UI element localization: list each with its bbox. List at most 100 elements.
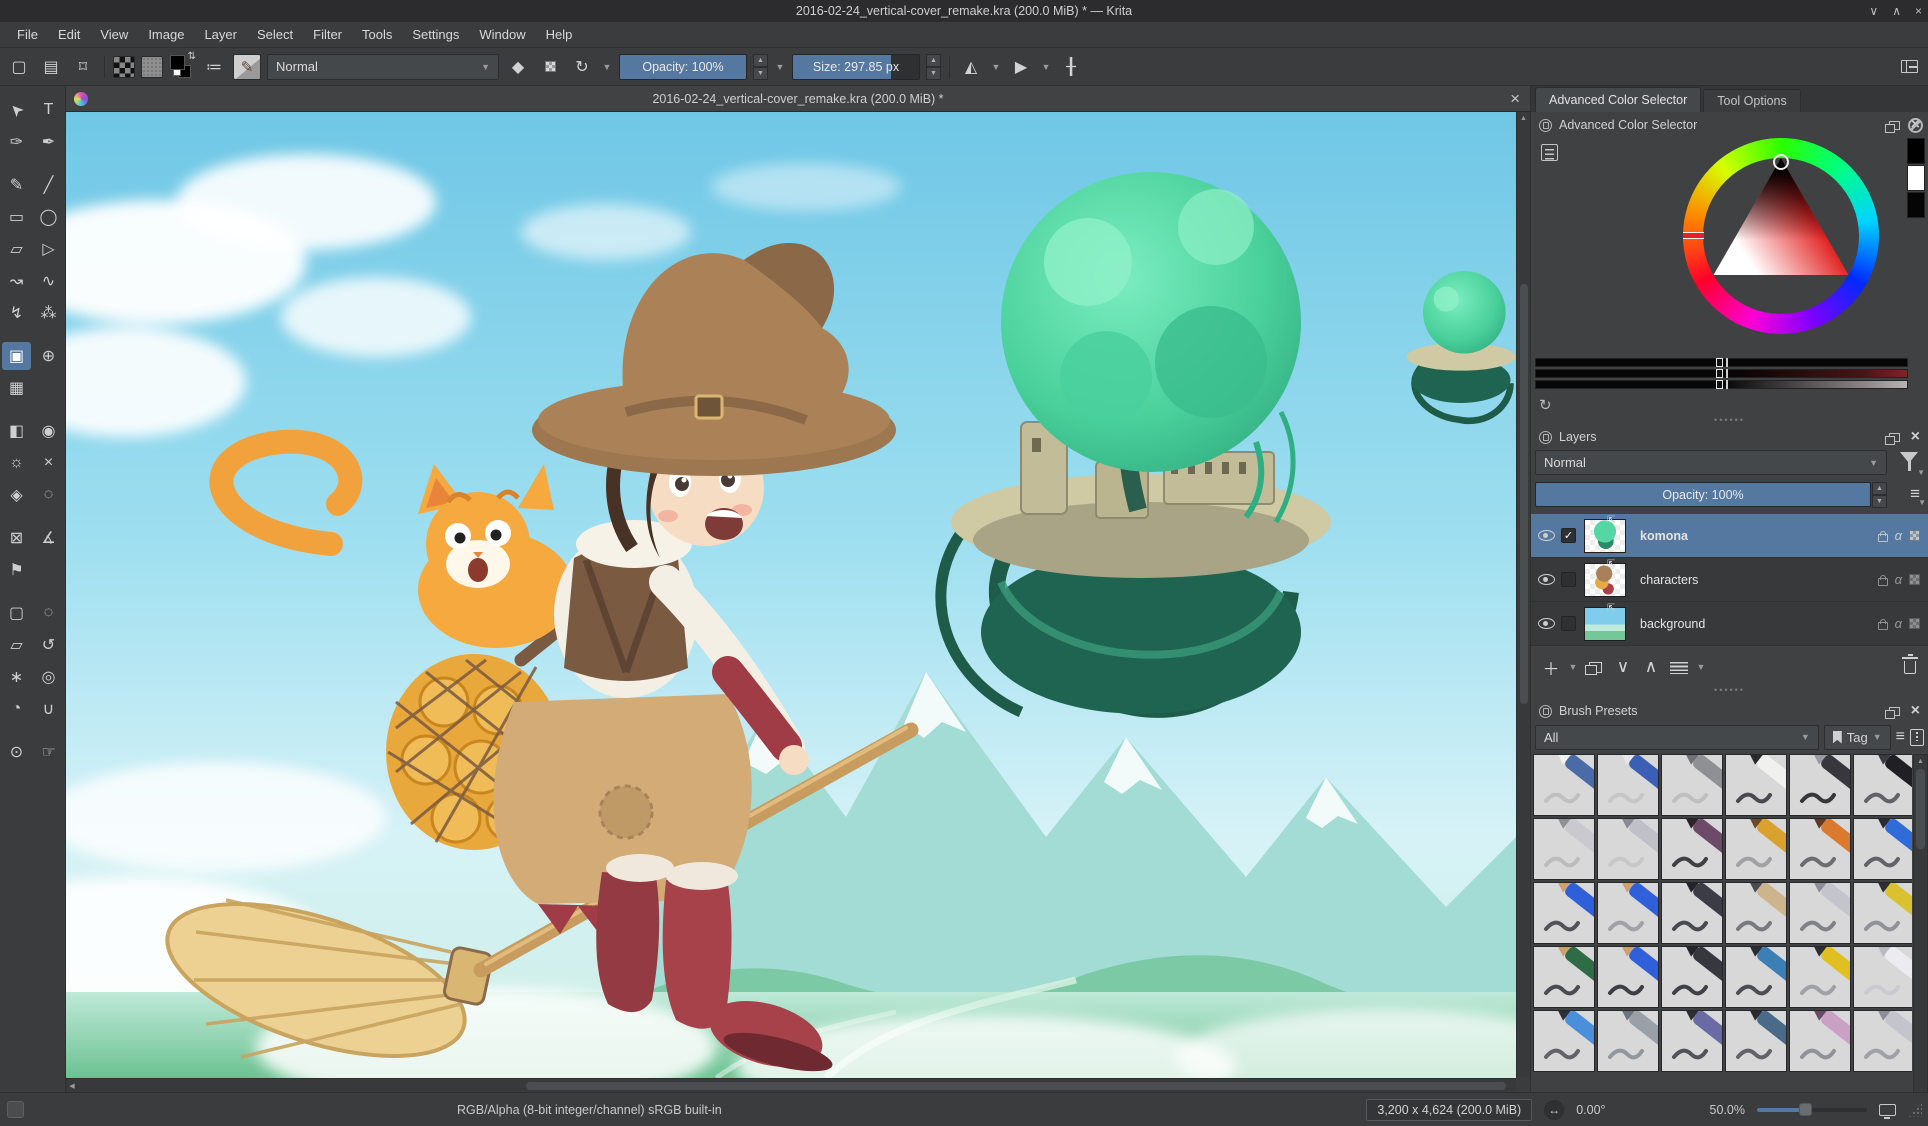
brush-preset-13[interactable] <box>1533 882 1595 944</box>
tool-polygon-select[interactable]: ▱ <box>2 631 31 659</box>
tool-fill[interactable]: ◈ <box>2 481 31 509</box>
tool-crop[interactable]: ▦ <box>2 374 31 402</box>
save-button[interactable]: ⌑ <box>70 54 96 80</box>
brush-preset-4[interactable] <box>1725 754 1787 816</box>
resize-grip[interactable] <box>1908 1103 1922 1117</box>
saturation-value-triangle[interactable] <box>1683 138 1879 334</box>
docker-splitter-handle[interactable]: •••••• <box>1531 416 1928 424</box>
zoom-slider-thumb[interactable] <box>1799 1103 1812 1116</box>
lock-icon[interactable] <box>1878 534 1888 542</box>
brush-preset-8[interactable] <box>1597 818 1659 880</box>
tool-similar-color-select[interactable]: ◎ <box>34 663 63 691</box>
tool-pattern-edit[interactable]: ☼ <box>2 449 31 477</box>
lock-icon[interactable] <box>1539 431 1552 444</box>
brush-preset-27[interactable] <box>1661 1010 1723 1072</box>
tool-smart-patch[interactable]: × <box>34 449 63 477</box>
close-docker-icon[interactable]: × <box>1911 429 1920 445</box>
tool-color-sampler[interactable]: ◉ <box>34 417 63 445</box>
brush-preset-6[interactable] <box>1853 754 1912 816</box>
brush-preset-12[interactable] <box>1853 818 1912 880</box>
alpha-lock-icon[interactable]: α <box>1895 528 1902 543</box>
menu-item-window[interactable]: Window <box>470 24 534 45</box>
chevron-down-icon[interactable]: ▼ <box>1567 662 1579 672</box>
tool-measure[interactable]: ∡ <box>34 524 63 552</box>
opacity-spinner[interactable]: ▲▼ <box>753 54 768 80</box>
image-dimensions[interactable]: 3,200 x 4,624 (200.0 MiB) <box>1366 1099 1532 1121</box>
shade-strip-2[interactable] <box>1535 369 1908 378</box>
mirror-vertical-button[interactable]: ▶ <box>1008 54 1034 80</box>
menu-item-image[interactable]: Image <box>139 24 193 45</box>
brush-preset-28[interactable] <box>1725 1010 1787 1072</box>
tool-multibrush[interactable]: ⁂ <box>34 299 63 327</box>
color-swatch-white[interactable] <box>1907 165 1925 191</box>
tool-dynamic-brush[interactable]: ↯ <box>2 299 31 327</box>
gradient-chooser-button[interactable] <box>113 56 135 78</box>
tag-filter-dropdown[interactable]: All ▼ <box>1535 725 1819 750</box>
lock-icon[interactable] <box>1539 119 1552 132</box>
scroll-up-icon[interactable]: ▲ <box>1520 112 1527 124</box>
zoom-slider[interactable] <box>1757 1108 1867 1112</box>
chevron-down-icon[interactable]: ▼ <box>1040 62 1052 72</box>
layer-visibility-toggle[interactable] <box>1531 530 1561 541</box>
brush-preset-11[interactable] <box>1789 818 1851 880</box>
layer-thumbnail[interactable] <box>1584 563 1626 597</box>
close-button[interactable]: × <box>1915 4 1922 18</box>
brush-scroll-thumb[interactable] <box>1916 769 1925 849</box>
color-swatch-dark[interactable] <box>1907 192 1925 218</box>
tool-calligraphy[interactable]: ✒ <box>34 128 63 156</box>
menu-item-settings[interactable]: Settings <box>403 24 468 45</box>
layer-thumbnail[interactable] <box>1584 519 1626 553</box>
tool-contiguous-select[interactable]: ∗ <box>2 663 31 691</box>
brush-preset-7[interactable] <box>1533 818 1595 880</box>
brush-preset-20[interactable] <box>1597 946 1659 1008</box>
tab-tool-options[interactable]: Tool Options <box>1703 89 1800 112</box>
layer-thumbnail[interactable] <box>1584 607 1626 641</box>
tool-text[interactable]: T <box>34 96 63 124</box>
layer-opacity-spinner[interactable]: ▲▼ <box>1872 482 1887 508</box>
menu-item-help[interactable]: Help <box>537 24 582 45</box>
menu-item-view[interactable]: View <box>91 24 137 45</box>
fit-to-screen-icon[interactable] <box>1879 1104 1896 1116</box>
chevron-down-icon[interactable]: ▼ <box>601 62 613 72</box>
move-layer-up-button[interactable]: ∧ <box>1639 655 1663 679</box>
chevron-down-icon[interactable]: ▼ <box>774 62 786 72</box>
horizontal-scroll-thumb[interactable] <box>526 1082 1506 1090</box>
brush-preset-26[interactable] <box>1597 1010 1659 1072</box>
new-document-button[interactable]: ▢ <box>6 54 32 80</box>
brush-preset-15[interactable] <box>1661 882 1723 944</box>
brush-preset-16[interactable] <box>1725 882 1787 944</box>
tool-bezier-curve[interactable]: ↝ <box>2 267 31 295</box>
canvas-rotation-icon[interactable]: ↔ <box>1544 1100 1564 1120</box>
layer-name[interactable]: background <box>1640 617 1878 631</box>
size-spinner[interactable]: ▲▼ <box>926 54 941 80</box>
chevron-down-icon[interactable]: ▼ <box>990 62 1002 72</box>
layer-checkbox[interactable]: ✓ <box>1561 528 1576 543</box>
tool-polyline[interactable]: ▷ <box>34 235 63 263</box>
brush-preset-21[interactable] <box>1661 946 1723 1008</box>
layer-visibility-toggle[interactable] <box>1531 618 1561 629</box>
shade-strip-3[interactable] <box>1535 380 1908 389</box>
zoom-level[interactable]: 50.0% <box>1710 1103 1745 1117</box>
layer-properties-button[interactable] <box>1667 655 1691 679</box>
brush-grid-scrollbar[interactable]: ▲ <box>1913 754 1928 1098</box>
presets-view-mode-icon[interactable]: ≡ <box>1896 728 1905 746</box>
mirror-horizontal-button[interactable]: ◭ <box>958 54 984 80</box>
swap-colors-icon[interactable]: ⇅ <box>188 51 196 62</box>
lock-icon[interactable] <box>1539 705 1552 718</box>
chevron-down-icon[interactable]: ▼ <box>1917 468 1925 477</box>
brush-preset-22[interactable] <box>1725 946 1787 1008</box>
tag-button[interactable]: Tag ▼ <box>1824 725 1891 750</box>
layer-filter-icon[interactable] <box>1900 452 1918 463</box>
docker-splitter-handle[interactable]: •••••• <box>1531 686 1928 694</box>
brush-preset-29[interactable] <box>1789 1010 1851 1072</box>
tool-gradient[interactable]: ◧ <box>2 417 31 445</box>
brush-preset-23[interactable] <box>1789 946 1851 1008</box>
inherit-alpha-icon[interactable] <box>1909 530 1920 541</box>
document-close-icon[interactable]: × <box>1510 90 1520 107</box>
menu-item-filter[interactable]: Filter <box>304 24 351 45</box>
layer-row-characters[interactable]: ⇱ characters α <box>1531 558 1928 602</box>
brush-preset-17[interactable] <box>1789 882 1851 944</box>
brush-preset-24[interactable] <box>1853 946 1912 1008</box>
color-swatch-black[interactable] <box>1907 138 1925 164</box>
pattern-chooser-button[interactable] <box>141 56 163 78</box>
